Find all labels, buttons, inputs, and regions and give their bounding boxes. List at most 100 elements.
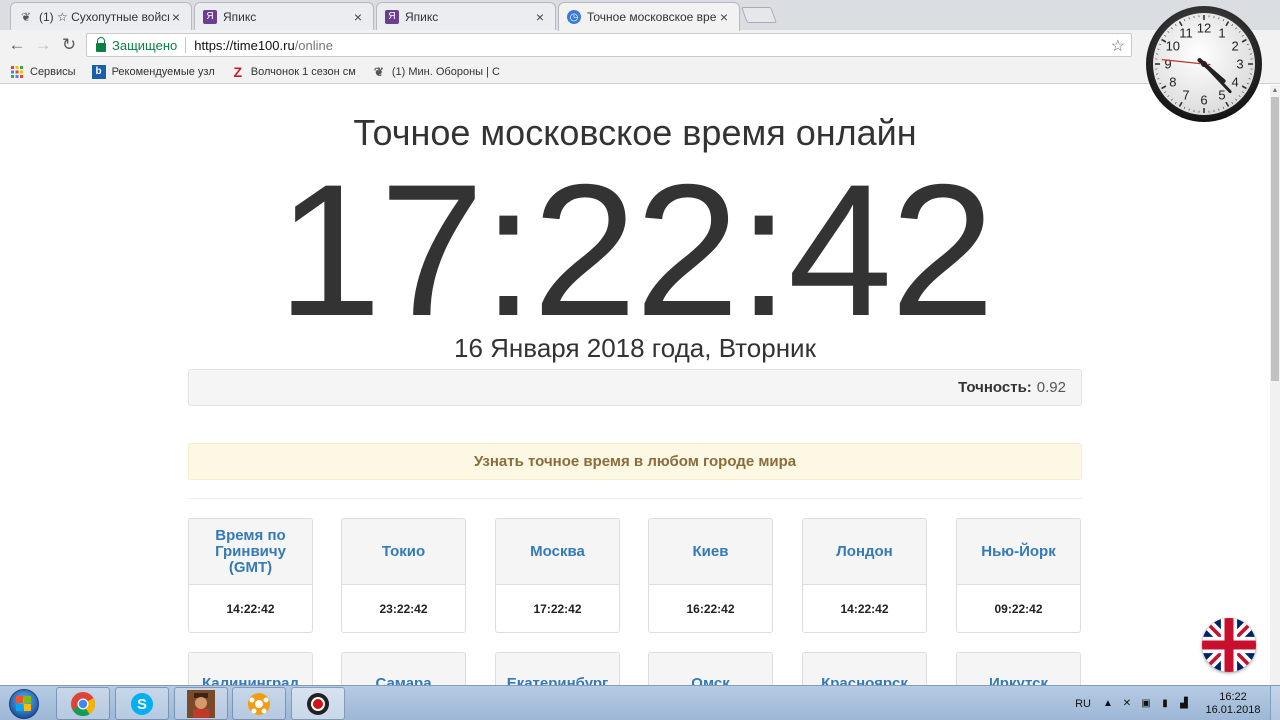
city-card-kaliningrad[interactable]: Калининград [188,652,313,685]
taskbar-skype[interactable]: S [115,687,169,720]
close-icon[interactable]: × [533,9,547,25]
accuracy-panel: Точность: 0.92 [188,369,1082,406]
city-name[interactable]: Москва [496,519,619,585]
reload-button[interactable]: ↻ [56,32,82,58]
ball-icon [248,692,270,715]
close-icon[interactable]: × [351,9,365,25]
city-card-yekaterinburg[interactable]: Екатеринбург [495,652,620,685]
forward-button[interactable]: → [30,32,56,58]
usb-device-icon[interactable]: ▣ [1139,697,1153,711]
browser-toolbar: ← → ↻ Защищено https://time100.ru /onlin… [0,30,1280,60]
recorder-icon [307,692,329,715]
city-card-krasnoyarsk[interactable]: Красноярск [802,652,927,685]
clock-numeral: 3 [1236,57,1243,72]
analog-clock-icon: 12 12 3 45678 9 1011 [1146,6,1262,122]
city-name[interactable]: Екатеринбург [496,653,619,685]
city-card-tokyo[interactable]: Токио 23:22:42 [341,518,466,633]
city-card-gmt[interactable]: Время по Гринвичу (GMT) 14:22:42 [188,518,313,633]
new-tab-button[interactable] [741,7,777,23]
zona-icon: Z [233,63,243,80]
tab-title: Точное московское время [587,10,717,24]
bookmark-teen-wolf[interactable]: Z Волчонок 1 сезон см [231,63,356,80]
city-card-new-york[interactable]: Нью-Йорк 09:22:42 [956,518,1081,633]
close-icon[interactable]: × [717,9,731,25]
city-name[interactable]: Красноярск [803,653,926,685]
back-button[interactable]: ← [4,32,30,58]
clock-numeral: 1 [1218,25,1225,40]
city-name[interactable]: Омск [649,653,772,685]
bookmark-label: Сервисы [30,65,76,78]
city-card-omsk[interactable]: Омск [648,652,773,685]
scrollbar-thumb[interactable] [1271,97,1279,381]
battery-icon[interactable]: ▮ [1158,697,1172,711]
bookmark-services[interactable]: Сервисы [10,65,76,79]
tab-army[interactable]: ❦ (1) ☆ Сухопутные войск × [10,2,192,30]
clock-numeral: 7 [1182,88,1189,103]
page-scrollbar[interactable]: ▲ [1270,85,1280,685]
close-icon[interactable]: × [169,9,183,25]
city-time: 23:22:42 [379,602,428,616]
language-indicator[interactable]: RU [1075,698,1091,710]
address-bar[interactable]: Защищено https://time100.ru /online ☆ [86,33,1132,57]
city-card-moscow[interactable]: Москва 17:22:42 [495,518,620,633]
network-error-icon[interactable]: ✕ [1120,697,1134,711]
bookmark-star-icon[interactable]: ☆ [1111,36,1125,56]
taskbar-game[interactable] [174,687,228,720]
city-name[interactable]: Киев [649,519,772,585]
english-flag-icon[interactable] [1202,618,1256,672]
clock-numeral: 12 [1197,21,1211,36]
clock-numeral: 9 [1164,57,1171,72]
taskbar-date: 16.01.2018 [1205,703,1261,716]
city-name[interactable]: Иркутск [957,653,1080,685]
city-name[interactable]: Время по Гринвичу (GMT) [189,519,312,585]
tab-time100[interactable]: ◷ Точное московское время × [558,2,740,31]
city-name[interactable]: Лондон [803,519,926,585]
taskbar-recorder[interactable] [291,687,345,720]
city-name[interactable]: Нью-Йорк [957,519,1080,585]
tab-title: Япикс [405,9,439,24]
system-tray: RU ▲ ✕ ▣ ▮ ▟ 16:22 16.01.2018 [1075,686,1280,720]
city-card-london[interactable]: Лондон 14:22:42 [802,518,927,633]
city-card-kiev[interactable]: Киев 16:22:42 [648,518,773,633]
show-desktop-button[interactable] [1270,686,1280,720]
secure-label: Защищено [112,37,178,53]
city-time: 16:22:42 [686,602,735,616]
clock-numeral: 6 [1200,93,1207,108]
start-button[interactable] [2,687,46,720]
bookmark-mod[interactable]: ❦ (1) Мин. Обороны | С [372,65,500,79]
bookmark-label: Рекомендуемые узл [111,65,215,78]
bookmark-recommended[interactable]: b Рекомендуемые узл [91,64,215,79]
tray-expand-icon[interactable]: ▲ [1101,697,1115,711]
world-time-button[interactable]: Узнать точное время в любом городе мира [188,443,1082,480]
bookmark-label: Волчонок 1 сезон см [250,65,356,78]
screen: ❦ (1) ☆ Сухопутные войск × Я Япикс × Я Я… [0,0,1280,720]
city-name[interactable]: Токио [342,519,465,585]
url-host: https://time100.ru [194,37,295,53]
desktop-clock-gadget: 12 1 2 3 4 5 6 7 8 9 10 11 [1144,4,1264,124]
scroll-up-icon[interactable]: ▲ [1271,87,1279,95]
taskbar-ball-app[interactable] [232,687,286,720]
city-time: 17:22:42 [533,602,582,616]
signal-icon[interactable]: ▟ [1177,697,1191,711]
tab-strip: ❦ (1) ☆ Сухопутные войск × Я Япикс × Я Я… [0,0,1280,31]
taskbar-clock[interactable]: 16:22 16.01.2018 [1196,691,1270,717]
game-icon [187,689,215,718]
taskbar: S RU ▲ ✕ ▣ ▮ ▟ 16:22 16.01.2018 [0,685,1280,720]
city-time: 09:22:42 [994,602,1043,616]
current-time: 17:22:42 [277,145,995,355]
bookmarks-bar: Сервисы b Рекомендуемые узл Z Волчонок 1… [0,60,1280,84]
clock-favicon: ◷ [567,10,581,24]
taskbar-chrome[interactable] [56,687,110,720]
city-name[interactable]: Калининград [189,653,312,685]
url-path: /online [294,37,333,53]
army-icon: ❦ [373,64,384,79]
city-name[interactable]: Самара [342,653,465,685]
accuracy-label: Точность: [958,379,1032,396]
army-icon: ❦ [20,9,32,24]
tab-yapiks-2[interactable]: Я Япикс × [376,2,556,30]
city-card-irkutsk[interactable]: Иркутск [956,652,1081,685]
clock-numeral: 2 [1232,39,1239,54]
tab-yapiks-1[interactable]: Я Япикс × [194,2,374,30]
chrome-icon [71,691,96,716]
city-card-samara[interactable]: Самара [341,652,466,685]
